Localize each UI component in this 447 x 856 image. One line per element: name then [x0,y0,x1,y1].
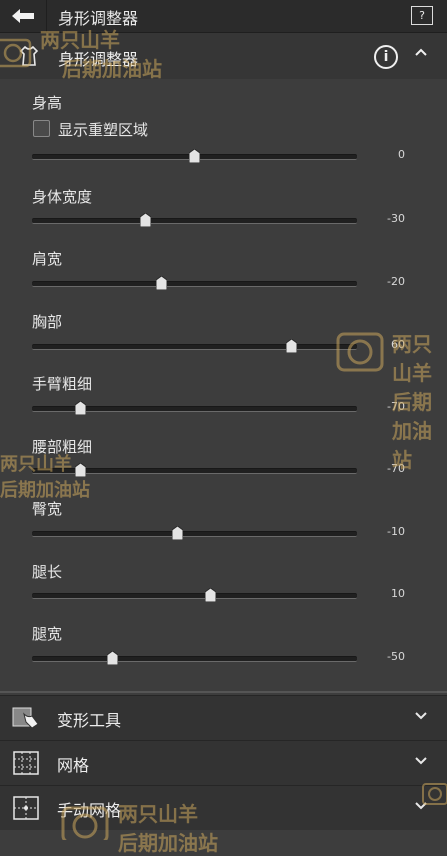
slider-label-leg-width: 腿宽 [32,625,63,643]
back-button[interactable] [0,0,47,32]
slider-value-shoulder-width: -20 [387,275,405,288]
slider-track-leg-length[interactable] [32,588,357,602]
panel-manual-grid[interactable]: 手动网格 [0,785,447,830]
chevron-up-icon[interactable] [414,47,428,57]
watermark-line2: 后期加油站 [118,831,218,855]
panel-label: 手动网格 [57,801,122,820]
body-shaper-section-header[interactable]: 身形调整器 i [0,33,447,79]
chevron-down-icon[interactable] [414,711,428,721]
slider-track-waist-thickness[interactable] [32,463,357,477]
slider-value-body-width: -30 [387,212,405,225]
panel-grid[interactable]: 网格 [0,740,447,785]
slider-thumb[interactable] [188,149,200,163]
slider-value-waist-thickness: -70 [387,462,405,475]
chevron-down-icon[interactable] [414,756,428,766]
slider-value-leg-width: -50 [387,650,405,663]
slider-label-arm-thickness: 手臂粗细 [32,375,93,393]
help-icon[interactable]: ? [411,6,433,25]
slider-track-shoulder-width[interactable] [32,276,357,290]
slider-value-chest: 60 [391,338,405,351]
slider-thumb[interactable] [139,213,151,227]
slider-track-arm-thickness[interactable] [32,401,357,415]
warp-tool-icon [12,707,39,729]
slider-track-body-width[interactable] [32,213,357,227]
slider-thumb[interactable] [74,463,86,477]
slider-track-leg-width[interactable] [32,651,357,665]
slider-value-height: 0 [398,148,405,161]
arrow-left-icon [12,9,34,23]
body-shape-icon [19,45,39,66]
info-icon[interactable]: i [374,45,398,69]
top-bar: 身形调整器 ? [0,0,447,33]
panel-label: 网格 [57,756,90,775]
slider-track-hip-width[interactable] [32,526,357,540]
slider-thumb[interactable] [74,401,86,415]
manual-grid-icon [13,796,39,820]
slider-label-hip-width: 臀宽 [32,500,63,518]
slider-label-shoulder-width: 肩宽 [32,250,63,268]
slider-value-arm-thickness: -70 [387,400,405,413]
slider-label-chest: 胸部 [32,313,63,331]
watermark-line1: 两只山羊 [392,332,432,385]
slider-track-height[interactable] [32,149,357,163]
slider-thumb[interactable] [107,651,119,665]
slider-label-leg-length: 腿长 [32,563,63,581]
slider-thumb[interactable] [172,526,184,540]
slider-value-hip-width: -10 [387,525,405,538]
divider [0,691,447,693]
show-reshape-area-checkbox[interactable] [33,120,50,137]
slider-label-waist-thickness: 腰部粗细 [32,438,93,456]
chevron-down-icon[interactable] [414,801,428,811]
panel-warp-tool[interactable]: 变形工具 [0,695,447,740]
show-reshape-area-label: 显示重塑区域 [58,121,149,139]
panel-title: 身形调整器 [58,9,139,28]
slider-track-chest[interactable] [32,339,357,353]
slider-thumb[interactable] [286,339,297,353]
slider-label-body-width: 身体宽度 [32,188,93,206]
section-title: 身形调整器 [58,50,139,69]
panel-label: 变形工具 [57,711,122,730]
slider-thumb[interactable] [204,588,216,602]
slider-thumb[interactable] [156,276,167,290]
grid-icon [13,751,39,775]
slider-label-height: 身高 [32,94,63,112]
slider-value-leg-length: 10 [391,587,405,600]
